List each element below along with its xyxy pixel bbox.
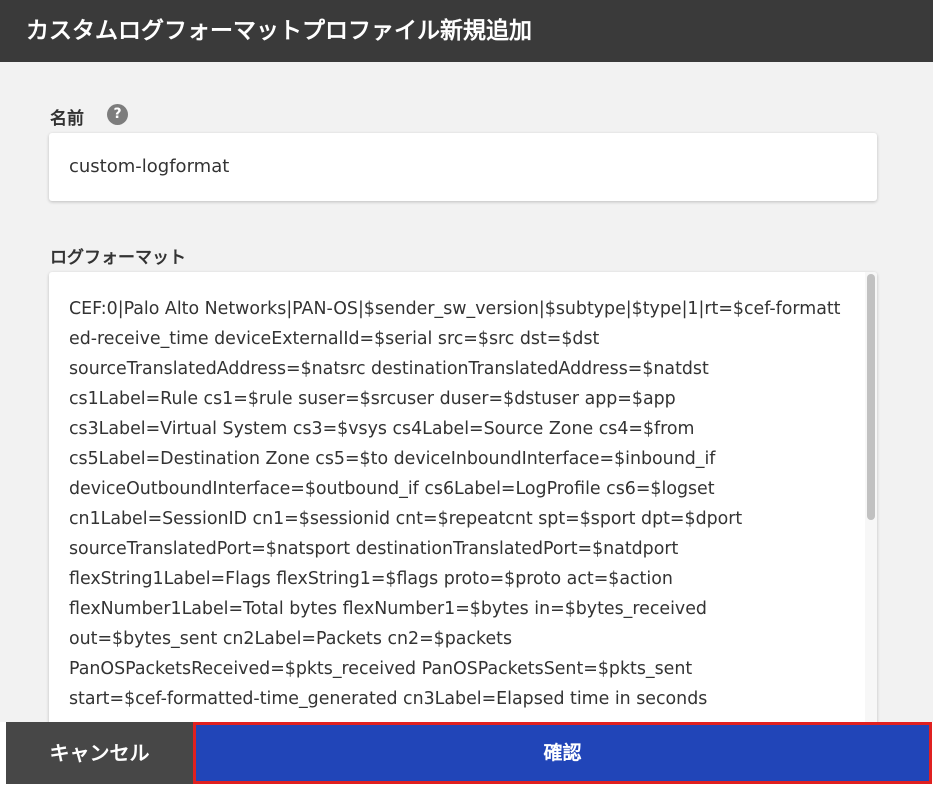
dialog-body[interactable]: 名前 ? ログフォーマット CEF:0|Palo Alto Networks|P… bbox=[0, 62, 933, 722]
name-input[interactable] bbox=[49, 133, 877, 201]
dialog-title: カスタムログフォーマットプロファイル新規追加 bbox=[0, 0, 933, 62]
confirm-button[interactable]: 確認 bbox=[193, 722, 932, 784]
dialog-footer: キャンセル 確認 bbox=[0, 722, 933, 788]
log-format-label: ログフォーマット bbox=[50, 248, 186, 268]
scrollbar-thumb[interactable] bbox=[867, 274, 875, 520]
log-format-text[interactable]: CEF:0|Palo Alto Networks|PAN-OS|$sender_… bbox=[69, 294, 849, 714]
help-icon[interactable]: ? bbox=[107, 104, 128, 125]
name-label: 名前 bbox=[50, 109, 84, 129]
textarea-scrollbar[interactable] bbox=[865, 272, 877, 722]
cancel-button[interactable]: キャンセル bbox=[6, 722, 193, 784]
log-format-textarea[interactable]: CEF:0|Palo Alto Networks|PAN-OS|$sender_… bbox=[49, 272, 877, 722]
